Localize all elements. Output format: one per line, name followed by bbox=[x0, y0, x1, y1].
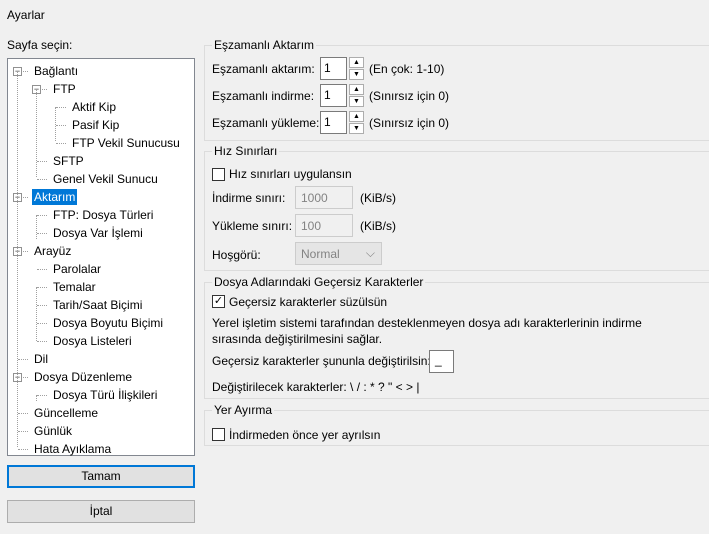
tree-item[interactable]: FTP: Dosya Türleri bbox=[51, 207, 155, 223]
filter-invalid-checkbox[interactable]: ✓ bbox=[212, 295, 225, 308]
tree-connector bbox=[37, 215, 47, 216]
tree-connector bbox=[18, 449, 28, 450]
tree-item[interactable]: FTP bbox=[51, 81, 78, 97]
download-limit-input[interactable]: 1000 bbox=[295, 186, 353, 209]
tree-item[interactable]: Dosya Listeleri bbox=[51, 333, 134, 349]
value[interactable]: 1 bbox=[320, 57, 347, 80]
tree-connector bbox=[56, 107, 66, 108]
tree-connector bbox=[37, 161, 47, 162]
replace-char-input[interactable]: _ bbox=[429, 350, 454, 373]
tree-connector bbox=[36, 89, 37, 177]
replace-label: Geçersiz karakterler şununla değiştirils… bbox=[212, 354, 431, 368]
tree-connector bbox=[55, 107, 56, 141]
group-title: Dosya Adlarındaki Geçersiz Karakterler bbox=[212, 275, 426, 289]
tree-item[interactable]: Dil bbox=[32, 351, 50, 367]
tree-connector bbox=[37, 287, 47, 288]
upload-limit-input[interactable]: 100 bbox=[295, 214, 353, 237]
tree-item[interactable]: Aktif Kip bbox=[70, 99, 118, 115]
tree-item[interactable]: Temalar bbox=[51, 279, 98, 295]
value[interactable]: 1 bbox=[320, 84, 347, 107]
tree-connector bbox=[18, 359, 28, 360]
download-limit-label: İndirme sınırı: bbox=[212, 191, 286, 205]
tree-item[interactable]: Günlük bbox=[32, 423, 74, 439]
description: sırasında değiştirilmesini sağlar. bbox=[212, 332, 383, 346]
concurrent-uploads-label: Eşzamanlı yükleme: bbox=[212, 116, 320, 130]
tree-connector bbox=[17, 71, 18, 447]
tree-connector bbox=[18, 431, 28, 432]
tree-connector bbox=[37, 269, 47, 270]
unit: (KiB/s) bbox=[360, 219, 396, 233]
spin-down-icon[interactable]: ▼ bbox=[349, 123, 364, 134]
filter-invalid-label: Geçersiz karakterler süzülsün bbox=[229, 295, 388, 309]
speed-limit-checkbox[interactable] bbox=[212, 168, 225, 181]
hint: (Sınırsız için 0) bbox=[369, 89, 450, 103]
tree-item[interactable]: Pasif Kip bbox=[70, 117, 121, 133]
tree-item[interactable]: Dosya Türü İlişkileri bbox=[51, 387, 159, 403]
tolerance-select[interactable]: Normal ⌵ bbox=[295, 242, 382, 265]
hint: (Sınırsız için 0) bbox=[369, 116, 450, 130]
upload-limit-label: Yükleme sınırı: bbox=[212, 219, 293, 233]
tree-item[interactable]: Bağlantı bbox=[32, 63, 80, 79]
tree-connector bbox=[37, 179, 47, 180]
tree-connector bbox=[36, 215, 37, 239]
chevron-down-icon: ⌵ bbox=[365, 246, 375, 260]
speed-limit-label: Hız sınırları uygulansın bbox=[229, 167, 352, 181]
tree-connector bbox=[18, 413, 28, 414]
tree-item[interactable]: Güncelleme bbox=[32, 405, 100, 421]
window-title: Ayarlar bbox=[7, 8, 45, 22]
tree-connector bbox=[37, 305, 47, 306]
tree-item[interactable]: Arayüz bbox=[32, 243, 73, 259]
chars-label: Değiştirilecek karakterler: \ / : * ? " … bbox=[212, 380, 420, 394]
unit: (KiB/s) bbox=[360, 191, 396, 205]
description: Yerel işletim sistemi tarafından destekl… bbox=[212, 316, 642, 330]
prealloc-checkbox[interactable] bbox=[212, 428, 225, 441]
settings-tree[interactable]: Bağlantı − FTP − Aktif Kip Pasif Kip FTP Vekil… bbox=[7, 58, 195, 456]
tree-connector bbox=[56, 125, 66, 126]
ok-button[interactable]: Tamam bbox=[7, 465, 195, 488]
tree-item[interactable]: FTP Vekil Sunucusu bbox=[70, 135, 182, 151]
spin-up-icon[interactable]: ▲ bbox=[349, 57, 364, 68]
spin-down-icon[interactable]: ▼ bbox=[349, 96, 364, 107]
spin-down-icon[interactable]: ▼ bbox=[349, 69, 364, 80]
spin-up-icon[interactable]: ▲ bbox=[349, 111, 364, 122]
tree-item[interactable]: Parolalar bbox=[51, 261, 103, 277]
tree-connector bbox=[37, 323, 47, 324]
concurrent-downloads-label: Eşzamanlı indirme: bbox=[212, 89, 315, 103]
tree-connector bbox=[37, 233, 47, 234]
prealloc-label: İndirmeden önce yer ayrılsın bbox=[229, 428, 381, 442]
group-title: Hız Sınırları bbox=[212, 144, 280, 158]
tree-item[interactable]: Dosya Boyutu Biçimi bbox=[51, 315, 165, 331]
tolerance-label: Hoşgörü: bbox=[212, 248, 261, 262]
value[interactable]: 1 bbox=[320, 111, 347, 134]
tree-item[interactable]: Dosya Var İşlemi bbox=[51, 225, 145, 241]
hint: (En çok: 1-10) bbox=[369, 62, 445, 76]
tree-item[interactable]: Genel Vekil Sunucu bbox=[51, 171, 160, 187]
cancel-button[interactable]: İptal bbox=[7, 500, 195, 523]
sidebar-label: Sayfa seçin: bbox=[7, 38, 73, 52]
tree-item[interactable]: Dosya Düzenleme bbox=[32, 369, 134, 385]
tree-item[interactable]: Hata Ayıklama bbox=[32, 441, 113, 457]
concurrent-transfers-spinner[interactable]: 1 ▲ ▼ bbox=[320, 57, 365, 80]
tree-connector bbox=[37, 395, 47, 396]
tree-connector bbox=[37, 341, 47, 342]
concurrent-transfers-label: Eşzamanlı aktarım: bbox=[212, 62, 315, 76]
group-title: Eşzamanlı Aktarım bbox=[212, 38, 317, 52]
tree-connector bbox=[36, 287, 37, 341]
tree-item[interactable]: Tarih/Saat Biçimi bbox=[51, 297, 144, 313]
value: Normal bbox=[301, 247, 340, 261]
concurrent-uploads-spinner[interactable]: 1 ▲ ▼ bbox=[320, 111, 365, 134]
spin-up-icon[interactable]: ▲ bbox=[349, 84, 364, 95]
tree-item[interactable]: Aktarım bbox=[32, 189, 78, 205]
tree-connector bbox=[56, 143, 66, 144]
group-title: Yer Ayırma bbox=[212, 403, 275, 417]
concurrent-downloads-spinner[interactable]: 1 ▲ ▼ bbox=[320, 84, 365, 107]
tree-item[interactable]: SFTP bbox=[51, 153, 86, 169]
tree-connector bbox=[36, 395, 37, 401]
